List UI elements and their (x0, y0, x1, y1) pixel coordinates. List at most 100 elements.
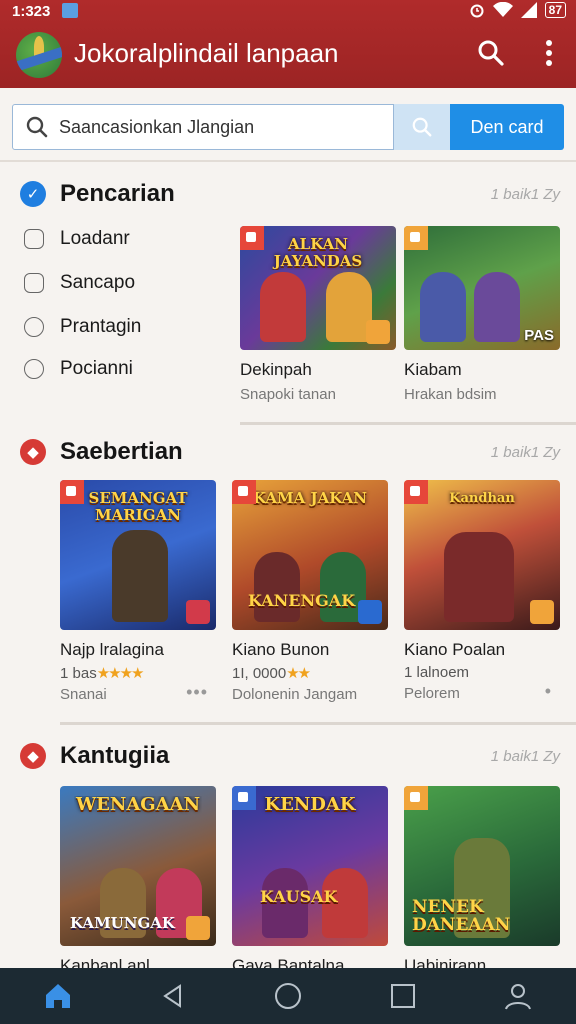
ribbon-icon (404, 226, 428, 250)
section-more-link[interactable]: 1 baik1 Zy (491, 186, 560, 203)
thumbnail-title: KENDAK (264, 796, 356, 815)
section-header-3: ◆ Kantugiia (20, 740, 169, 772)
app-header: 1:323 87 Jokoralplindail lanpaan (0, 0, 576, 88)
ribbon-icon (404, 480, 428, 504)
game-card[interactable]: KAMA JAKAN KANENGAK Kiano Bunon 1I, 0000… (232, 480, 388, 703)
game-card[interactable]: NENEK DANEAAN Uabinjrann (404, 786, 560, 976)
ribbon-icon (240, 226, 264, 250)
game-card[interactable]: PAS Kiabam Hrakan bdsim (404, 226, 560, 403)
rating-count: 1 lalnoem (404, 664, 470, 681)
search-button[interactable]: Den card (450, 104, 564, 150)
ribbon-icon (60, 480, 84, 504)
divider (60, 722, 576, 725)
recents-icon[interactable] (383, 976, 423, 1016)
badge-icon (366, 320, 390, 344)
thumbnail-title: SEMANGAT MARIGAN (88, 490, 188, 524)
section-more-link[interactable]: 1 baik1 Zy (491, 444, 560, 461)
game-title: Kiabam (404, 360, 462, 379)
fire-icon: ◆ (20, 439, 46, 465)
star-icons: ★★★★ (96, 665, 145, 682)
bottom-navigation (0, 968, 576, 1024)
studio-logo: PAS (524, 327, 554, 344)
game-card[interactable]: KENDAK KAUSAK Gava Bantalna (232, 786, 388, 976)
game-card[interactable]: ALKAN JAYANDAS Dekinpah Snapoki tanan (240, 226, 396, 403)
badge-icon (530, 600, 554, 624)
search-input[interactable] (59, 116, 379, 138)
search-icon (412, 117, 432, 137)
filter-option[interactable]: Pocianni (24, 358, 133, 380)
game-title: Najp lralagina (60, 640, 164, 659)
search-submit-icon-button[interactable] (394, 104, 450, 150)
checkbox[interactable] (24, 229, 44, 249)
game-title: Dekinpah (240, 360, 312, 379)
search-icon (26, 116, 48, 138)
section-title: Pencarian (60, 180, 175, 207)
radio-button[interactable] (24, 317, 44, 337)
filter-label: Pocianni (60, 358, 133, 379)
game-title: Kiano Poalan (404, 640, 506, 659)
thumbnail-title: Kandhan (449, 491, 515, 506)
overlay-title: NENEK DANEAAN (412, 897, 511, 935)
status-bar: 1:323 87 (0, 0, 576, 22)
game-title: Kiano Bunon (232, 640, 330, 659)
game-thumbnail: KENDAK KAUSAK (232, 786, 388, 946)
more-icon[interactable]: ••• (186, 682, 208, 703)
app-title: Jokoralplindail lanpaan (74, 38, 339, 68)
badge-icon (358, 600, 382, 624)
section-header-2: ◆ Saebertian (20, 436, 183, 468)
filter-option[interactable]: Prantagin (24, 316, 141, 338)
game-thumbnail: ALKAN JAYANDAS (240, 226, 396, 350)
rating-count: 1I, 0000 (232, 665, 287, 682)
section-title: Kantugiia (60, 742, 170, 769)
ribbon-icon (232, 786, 256, 810)
rating-count: 1 bas (60, 665, 97, 682)
home-icon[interactable] (38, 976, 78, 1016)
game-subtitle: Hrakan bdsim (404, 386, 497, 403)
overlay-title: KANENGAK (248, 591, 356, 610)
divider (0, 160, 576, 162)
game-subtitle: Pelorem (404, 685, 460, 702)
filter-label: Prantagin (60, 316, 142, 337)
checkbox[interactable] (24, 273, 44, 293)
game-thumbnail: PAS (404, 226, 560, 350)
section-header-filters: ✓ Pencarian (20, 178, 175, 210)
ribbon-icon (232, 480, 256, 504)
game-rating: 1 bas★★★★ (60, 664, 216, 682)
thumbnail-title: ALKAN JAYANDAS (273, 236, 363, 270)
thumbnail-title: WENAGAAN (75, 796, 201, 815)
notification-icon (62, 3, 78, 18)
radio-button[interactable] (24, 359, 44, 379)
search-field[interactable] (12, 104, 394, 150)
game-card[interactable]: WENAGAAN KAMUNGAK Kanbanl anl (60, 786, 216, 976)
filter-option[interactable]: Loadanr (24, 228, 130, 250)
battery-level: 87 (544, 2, 566, 18)
status-time: 1:323 (12, 3, 51, 20)
game-thumbnail: WENAGAAN KAMUNGAK (60, 786, 216, 946)
badge-icon (186, 600, 210, 624)
game-thumbnail: SEMANGAT MARIGAN (60, 480, 216, 630)
search-icon[interactable] (476, 38, 506, 68)
game-subtitle: Dolonenin Jangam (232, 686, 358, 703)
status-icons: 87 (469, 2, 566, 18)
section-title: Saebertian (60, 438, 183, 465)
game-card[interactable]: SEMANGAT MARIGAN Najp lralagina 1 bas★★★… (60, 480, 216, 703)
circle-home-icon[interactable] (268, 976, 308, 1016)
game-card[interactable]: Kandhan Kiano Poalan 1 lalnoem Pelorem • (404, 480, 560, 702)
more-icon[interactable]: • (545, 681, 552, 702)
overlay-title: KAUSAK (260, 887, 338, 906)
ribbon-icon (404, 786, 428, 810)
star-icons: ★★ (286, 665, 311, 682)
search-bar: Den card (12, 104, 564, 150)
filter-option[interactable]: Sancapo (24, 272, 135, 294)
check-icon: ✓ (20, 181, 46, 207)
back-icon[interactable] (153, 976, 193, 1016)
profile-icon[interactable] (498, 976, 538, 1016)
section-more-link[interactable]: 1 baik1 Zy (491, 748, 560, 765)
overlay-title: KAMUNGAK (70, 914, 175, 932)
badge-icon (186, 916, 210, 940)
tag-icon: ◆ (20, 743, 46, 769)
game-thumbnail: Kandhan (404, 480, 560, 630)
thumbnail-title: KAMA JAKAN (252, 490, 368, 507)
wifi-icon (492, 2, 513, 17)
more-vert-icon[interactable] (534, 38, 564, 68)
